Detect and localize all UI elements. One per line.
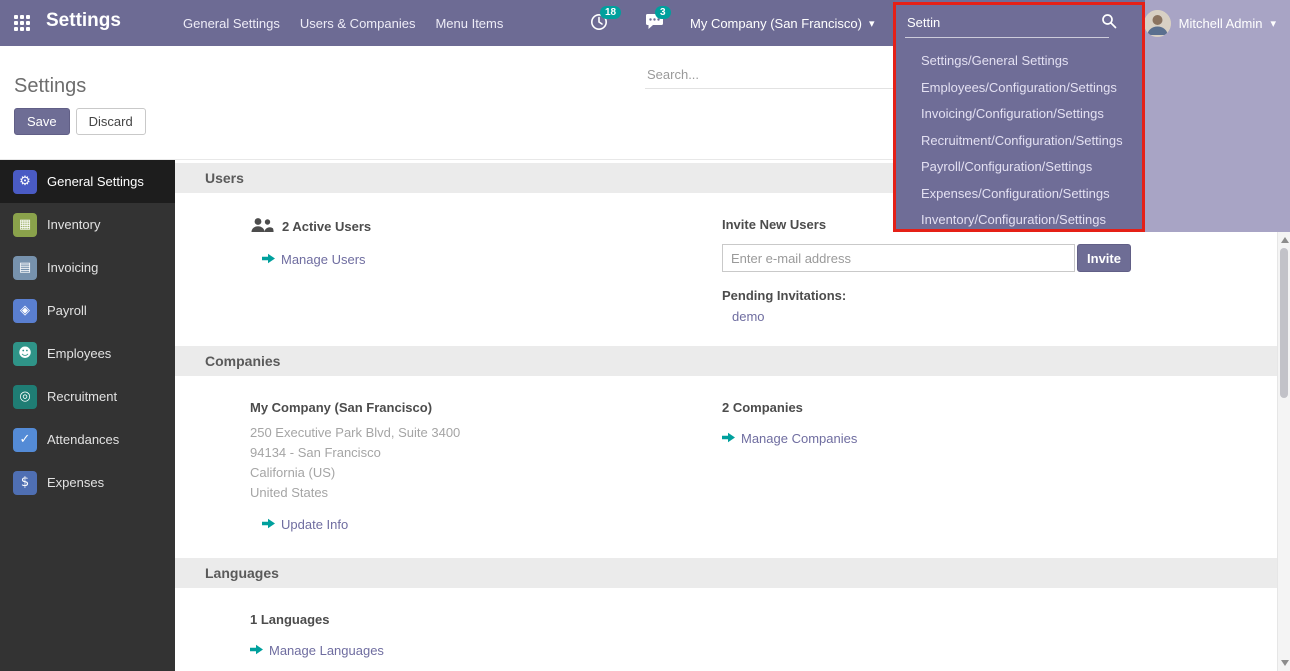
navbar-menus: General Settings Users & Companies Menu … — [183, 0, 503, 46]
sidebar-item-label: Inventory — [47, 217, 100, 232]
app-title: Settings — [46, 10, 121, 32]
sidebar-item-expenses[interactable]: $ Expenses — [0, 461, 175, 504]
attendances-icon: ✓ — [13, 428, 37, 452]
sidebar-item-payroll[interactable]: ◈ Payroll — [0, 289, 175, 332]
activities-button[interactable]: 18 — [588, 12, 610, 34]
sidebar-item-invoicing[interactable]: ▤ Invoicing — [0, 246, 175, 289]
discard-button[interactable]: Discard — [76, 108, 146, 135]
address-line: 250 Executive Park Blvd, Suite 3400 — [250, 423, 722, 443]
recruitment-icon: ◎ — [13, 385, 37, 409]
scrollbar-up-arrow[interactable] — [1281, 237, 1289, 243]
sidebar-item-label: General Settings — [47, 174, 144, 189]
sidebar-item-inventory[interactable]: ▦ Inventory — [0, 203, 175, 246]
avatar — [1144, 10, 1171, 37]
sidebar-item-label: Recruitment — [47, 389, 117, 404]
section-header-languages: Languages — [175, 558, 1277, 588]
company-name: My Company (San Francisco) — [250, 400, 722, 415]
apps-menu-button[interactable] — [10, 14, 34, 32]
sidebar-item-label: Expenses — [47, 475, 104, 490]
address-line: United States — [250, 483, 722, 503]
address-line: 94134 - San Francisco — [250, 443, 722, 463]
sidebar-item-general-settings[interactable]: ⚙ General Settings — [0, 160, 175, 203]
companies-section: My Company (San Francisco) 250 Executive… — [175, 400, 1277, 532]
settings-content: Users 2 Active Users Manage Users — [175, 160, 1277, 671]
arrow-right-icon — [722, 431, 735, 446]
arrow-right-icon — [262, 252, 275, 267]
settings-sidebar: ⚙ General Settings ▦ Inventory ▤ Invoici… — [0, 160, 175, 671]
manage-users-link[interactable]: Manage Users — [262, 252, 366, 267]
save-button[interactable]: Save — [14, 108, 70, 135]
scrollbar-down-arrow[interactable] — [1281, 660, 1289, 666]
inventory-icon: ▦ — [13, 213, 37, 237]
arrow-right-icon — [262, 517, 275, 532]
invite-button[interactable]: Invite — [1077, 244, 1131, 272]
sidebar-item-attendances[interactable]: ✓ Attendances — [0, 418, 175, 461]
search-result-item[interactable]: Inventory/Configuration/Settings — [895, 207, 1145, 234]
sidebar-item-recruitment[interactable]: ◎ Recruitment — [0, 375, 175, 418]
sidebar-item-label: Payroll — [47, 303, 87, 318]
company-switcher-label: My Company (San Francisco) — [690, 16, 862, 31]
menu-general-settings[interactable]: General Settings — [183, 16, 280, 31]
invite-email-input[interactable] — [722, 244, 1075, 272]
clock-icon — [590, 19, 608, 34]
page-title: Settings — [14, 75, 86, 98]
menu-search-dropdown: Settings/General Settings Employees/Conf… — [895, 0, 1145, 232]
user-name: Mitchell Admin — [1179, 16, 1263, 31]
address-line: California (US) — [250, 463, 722, 483]
search-result-item[interactable]: Settings/General Settings — [895, 48, 1145, 75]
company-switcher[interactable]: My Company (San Francisco) ▾ — [690, 0, 874, 46]
vertical-scrollbar — [1277, 232, 1290, 671]
pending-invitations-label: Pending Invitations: — [722, 288, 1257, 303]
caret-down-icon: ▾ — [869, 17, 875, 30]
messages-badge: 3 — [655, 6, 671, 19]
menu-menu-items[interactable]: Menu Items — [435, 16, 503, 31]
scrollbar-thumb[interactable] — [1280, 248, 1288, 398]
users-group-icon — [250, 217, 274, 236]
pending-invitation-user[interactable]: demo — [732, 309, 765, 324]
caret-down-icon: ▾ — [1270, 17, 1276, 30]
payroll-icon: ◈ — [13, 299, 37, 323]
search-icon — [1101, 13, 1117, 32]
manage-languages-link[interactable]: Manage Languages — [250, 643, 384, 658]
update-info-link[interactable]: Update Info — [262, 517, 348, 532]
menu-search-input[interactable] — [905, 8, 1109, 38]
section-header-companies: Companies — [175, 346, 1277, 376]
employees-icon: ☻ — [13, 342, 37, 366]
sidebar-item-label: Attendances — [47, 432, 119, 447]
arrow-right-icon — [250, 643, 263, 658]
search-result-item[interactable]: Recruitment/Configuration/Settings — [895, 128, 1145, 155]
languages-section: 1 Languages Manage Languages — [175, 612, 1277, 658]
sidebar-item-employees[interactable]: ☻ Employees — [0, 332, 175, 375]
activities-badge: 18 — [600, 6, 621, 19]
company-address: 250 Executive Park Blvd, Suite 3400 9413… — [250, 423, 722, 503]
search-result-item[interactable]: Invoicing/Configuration/Settings — [895, 101, 1145, 128]
menu-search-results: Settings/General Settings Employees/Conf… — [895, 48, 1145, 234]
search-result-item[interactable]: Payroll/Configuration/Settings — [895, 154, 1145, 181]
invoicing-icon: ▤ — [13, 256, 37, 280]
menu-users-companies[interactable]: Users & Companies — [300, 16, 416, 31]
sidebar-item-label: Invoicing — [47, 260, 98, 275]
chat-bubble-icon — [645, 18, 664, 33]
manage-companies-link[interactable]: Manage Companies — [722, 431, 857, 446]
active-users-count: 2 Active Users — [282, 219, 371, 234]
search-result-item[interactable]: Employees/Configuration/Settings — [895, 75, 1145, 102]
user-menu[interactable]: Mitchell Admin ▾ — [1130, 0, 1290, 46]
action-buttons: Save Discard — [14, 108, 146, 135]
gear-icon: ⚙ — [13, 170, 37, 194]
apps-grid-icon — [14, 15, 30, 31]
expenses-icon: $ — [13, 471, 37, 495]
languages-count: 1 Languages — [250, 612, 722, 627]
search-result-item[interactable]: Expenses/Configuration/Settings — [895, 181, 1145, 208]
companies-count: 2 Companies — [722, 400, 1257, 415]
sidebar-item-label: Employees — [47, 346, 111, 361]
messages-button[interactable]: 3 — [643, 12, 665, 34]
